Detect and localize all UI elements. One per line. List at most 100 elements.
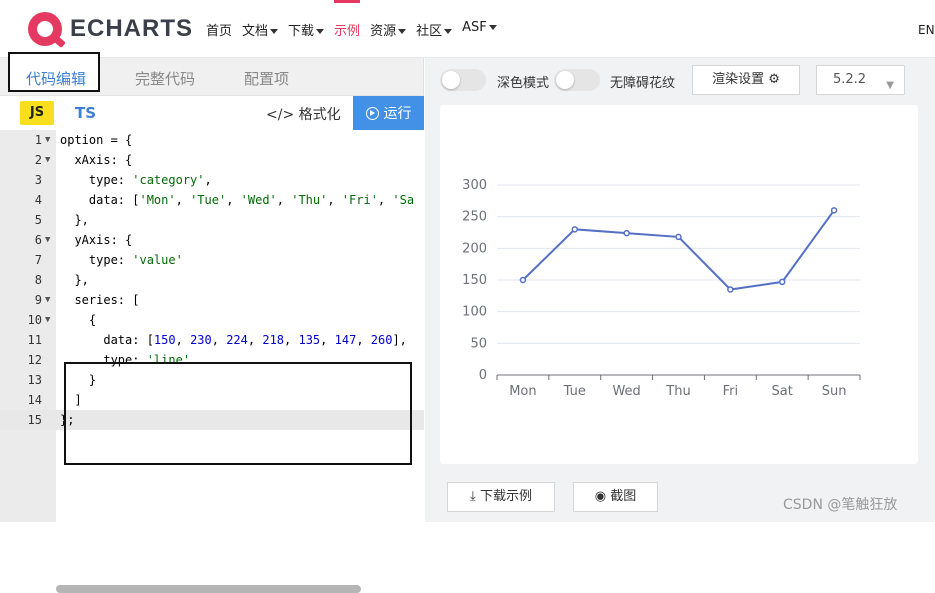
data-point (830, 207, 838, 214)
line-number: 8 (34, 273, 42, 287)
y-tick-label: 200 (462, 241, 487, 256)
code-line[interactable]: 5 }, (0, 210, 424, 230)
y-tick-label: 150 (462, 273, 487, 288)
y-tick-label: 100 (462, 305, 487, 320)
fold-icon[interactable]: ▼ (45, 150, 50, 170)
nav-community-label: 社区 (416, 24, 443, 39)
main-nav: 首页 文档 下载 示例 资源 社区 ASF (206, 0, 507, 39)
y-tick-label: 50 (470, 336, 487, 351)
fold-icon[interactable]: ▼ (45, 130, 50, 150)
code-text: }, (60, 273, 89, 287)
nav-home[interactable]: 首页 (206, 20, 232, 39)
line-chart: 0 50 100 150 200 250 300 Mon Tue Wed Thu Fri Sat Sun (462, 178, 861, 399)
dark-mode-toggle[interactable] (440, 69, 486, 91)
code-text: { (60, 313, 97, 327)
line-number: 12 (27, 353, 42, 367)
data-point (778, 278, 786, 286)
nav-community[interactable]: 社区 (416, 20, 453, 39)
nav-download-label: 下载 (288, 24, 315, 39)
tab-code-edit[interactable]: 代码编辑 (26, 68, 86, 89)
data-point (675, 233, 682, 241)
dark-mode-label: 深色模式 (497, 76, 550, 91)
nav-resources[interactable]: 资源 (370, 20, 407, 39)
code-line[interactable]: 8 }, (0, 270, 424, 290)
data-point (623, 229, 630, 237)
js-button[interactable]: JS (20, 101, 54, 125)
download-icon: ⤓ (470, 489, 476, 504)
a11y-label: 无障碍花纹 (610, 76, 676, 91)
top-navbar: ECHARTS 首页 文档 下载 示例 资源 社区 ASF EN (0, 0, 935, 58)
tab-options[interactable]: 配置项 (244, 68, 289, 89)
nav-docs[interactable]: 文档 (242, 20, 279, 39)
download-label: 下载示例 (479, 489, 532, 504)
chart-card: 0 50 100 150 200 250 300 Mon Tue Wed Thu Fri Sat Sun (440, 105, 918, 464)
format-button[interactable]: </> 格式化 (266, 104, 341, 124)
x-tick-label: Thu (665, 384, 690, 399)
line-number: 5 (34, 213, 42, 227)
logo-text: ECHARTS (70, 15, 194, 42)
watermark: CSDN @笔触狂放 (783, 497, 898, 513)
version-select[interactable]: 5.2.2 ▼ (816, 65, 905, 95)
code-text: data: ['Mon', 'Tue', 'Wed', 'Thu', 'Fri'… (60, 193, 415, 207)
code-line[interactable]: 4 data: ['Mon', 'Tue', 'Wed', 'Thu', 'Fr… (0, 190, 424, 210)
code-line[interactable]: 3 type: 'category', (0, 170, 424, 190)
render-settings-button[interactable]: 渲染设置 ⚙ (692, 65, 800, 95)
echarts-logo[interactable]: ECHARTS (28, 12, 193, 46)
code-text: type: 'value' (60, 253, 183, 267)
x-tick-label: Fri (723, 384, 739, 399)
fold-icon[interactable]: ▼ (45, 230, 50, 250)
ts-button[interactable]: TS (75, 104, 96, 122)
code-editor[interactable]: 1 ▼ option = {2 ▼ xAxis: {3 type: 'category… (0, 130, 424, 593)
play-icon (365, 106, 379, 120)
y-tick-label: 300 (462, 178, 487, 193)
x-tick-label: Wed (612, 384, 640, 399)
run-label: 运行 (383, 106, 412, 122)
nav-asf[interactable]: ASF (462, 20, 497, 39)
language-switch[interactable]: EN (918, 23, 935, 37)
nav-resources-label: 资源 (370, 24, 397, 39)
code-line[interactable]: 9 ▼ series: [ (0, 290, 424, 310)
line-number: 4 (34, 193, 42, 207)
code-icon: </> (266, 107, 295, 123)
x-tick-label: Mon (509, 384, 536, 399)
code-line[interactable]: 1 ▼ option = { (0, 130, 424, 150)
chevron-down-icon (444, 29, 453, 34)
format-label: 格式化 (298, 107, 341, 123)
screenshot-label: 截图 (610, 489, 637, 504)
code-text: type: 'category', (60, 173, 212, 187)
chevron-down-icon: ▼ (886, 80, 894, 91)
line-number: 11 (27, 333, 42, 347)
tab-full-code[interactable]: 完整代码 (135, 68, 195, 89)
preview-panel: 深色模式 无障碍花纹 渲染设置 ⚙ 5.2.2 ▼ 0 50 100 150 200 250… (425, 58, 935, 522)
code-line[interactable]: 11 data: [150, 230, 224, 218, 135, 147, … (0, 330, 424, 350)
a11y-toggle[interactable] (554, 69, 600, 91)
editor-panel: 代码编辑 完整代码 配置项 JS TS </> 格式化 运行 1 ▼ option … (0, 52, 424, 593)
line-number: 7 (34, 253, 42, 267)
data-point (571, 226, 579, 233)
line-number: 3 (34, 173, 42, 187)
horizontal-scrollbar[interactable] (56, 585, 361, 593)
editor-tabs: 代码编辑 完整代码 配置项 (0, 52, 423, 96)
nav-download[interactable]: 下载 (288, 20, 325, 39)
line-number: 6 (34, 233, 42, 247)
code-line[interactable]: 2 ▼ xAxis: { (0, 150, 424, 170)
code-text: }, (60, 213, 89, 227)
code-text: option = { (60, 133, 133, 147)
y-tick-label: 0 (479, 368, 487, 383)
code-line[interactable]: 6 ▼ yAxis: { (0, 230, 424, 250)
download-example-button[interactable]: ⤓ 下载示例 (447, 482, 555, 512)
chevron-down-icon (398, 29, 407, 34)
code-line[interactable]: 7 type: 'value' (0, 250, 424, 270)
fold-icon[interactable]: ▼ (45, 310, 50, 330)
chevron-down-icon (316, 29, 325, 34)
nav-examples[interactable]: 示例 (334, 0, 361, 39)
code-line[interactable]: 10 ▼ { (0, 310, 424, 330)
screenshot-button[interactable]: ◉ 截图 (573, 482, 658, 512)
line-number: 1 (34, 133, 42, 147)
fold-icon[interactable]: ▼ (45, 290, 50, 310)
code-text: series: [ (60, 293, 140, 307)
code-text: xAxis: { (60, 153, 133, 167)
line-number: 15 (27, 413, 42, 427)
run-button[interactable]: 运行 (353, 96, 424, 130)
chevron-down-icon (270, 29, 279, 34)
